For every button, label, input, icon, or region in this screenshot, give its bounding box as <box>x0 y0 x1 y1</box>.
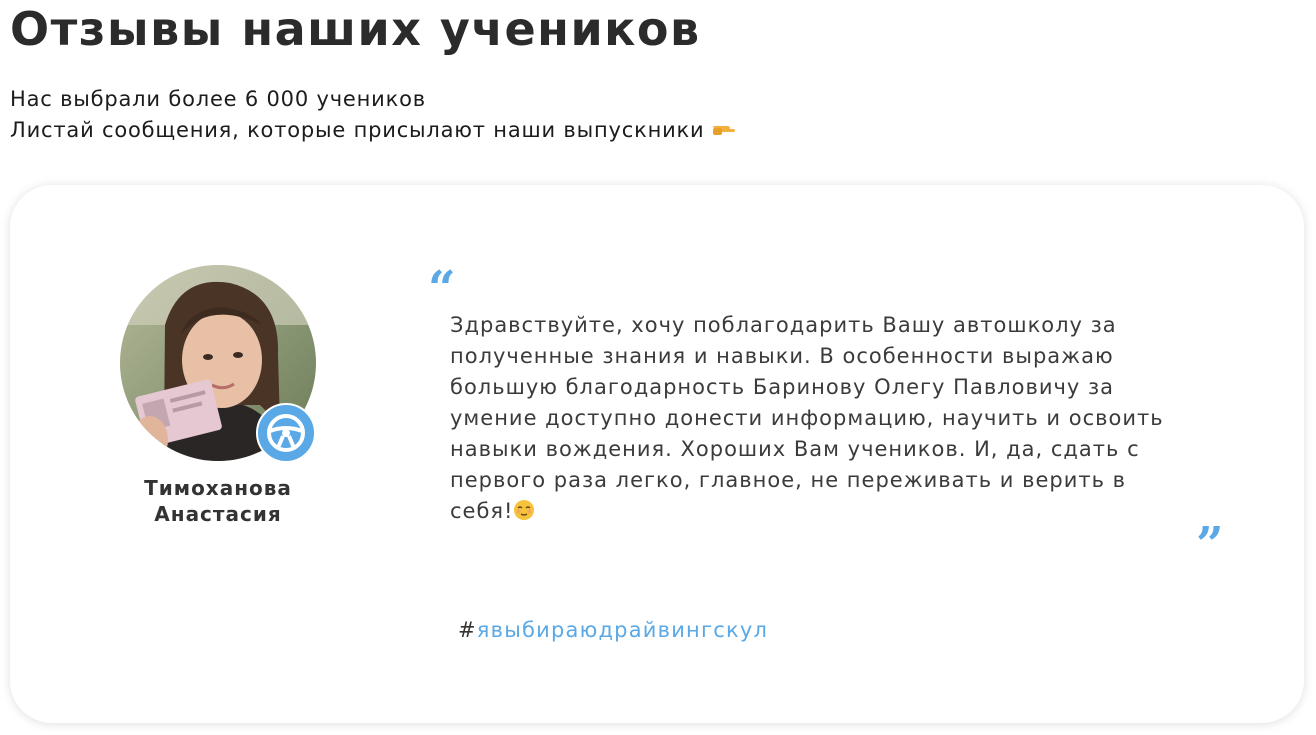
subtitle-line-2: Листай сообщения, которые присылают наши… <box>10 115 737 146</box>
student-surname: Тимоханова <box>144 476 292 500</box>
open-quote-icon: “ <box>428 261 456 317</box>
reviews-section: Отзывы наших учеников Нас выбрали более … <box>0 0 1316 735</box>
review-line-last: себя! <box>450 496 1220 527</box>
review-line: полученные знания и навыки. В особенност… <box>450 344 1114 368</box>
review-line: навыки вождения. Хороших Вам учеников. И… <box>450 437 1140 461</box>
subtitle-line-1: Нас выбрали более 6 000 учеников <box>10 87 426 111</box>
student-name: Тимоханова Анастасия <box>98 475 338 527</box>
subtitle-line-2-text: Листай сообщения, которые присылают наши… <box>10 118 705 142</box>
pointing-hand-icon <box>711 115 737 146</box>
hashtag-symbol: # <box>458 618 477 642</box>
review-text: Здравствуйте, хочу поблагодарить Вашу ав… <box>450 310 1220 527</box>
section-subtitle: Нас выбрали более 6 000 учеников Листай … <box>10 84 737 146</box>
close-quote-icon: ” <box>1196 517 1224 573</box>
student-first-name: Анастасия <box>154 502 282 526</box>
review-line: Здравствуйте, хочу поблагодарить Вашу ав… <box>450 313 1117 337</box>
review-line-last-text: себя! <box>450 499 514 523</box>
review-card[interactable]: Тимоханова Анастасия “ Здравствуйте, хоч… <box>10 185 1304 723</box>
review-line: первого раза легко, главное, не пережива… <box>450 468 1127 492</box>
relieved-face-icon <box>513 499 535 521</box>
page-title: Отзывы наших учеников <box>10 2 701 56</box>
hashtag-link[interactable]: #явыбираюдрайвингскул <box>458 615 768 645</box>
review-line: умение доступно донести информацию, науч… <box>450 406 1164 430</box>
hashtag-text[interactable]: явыбираюдрайвингскул <box>477 618 768 642</box>
steering-wheel-icon <box>256 403 316 463</box>
review-line: большую благодарность Баринову Олегу Пав… <box>450 375 1115 399</box>
